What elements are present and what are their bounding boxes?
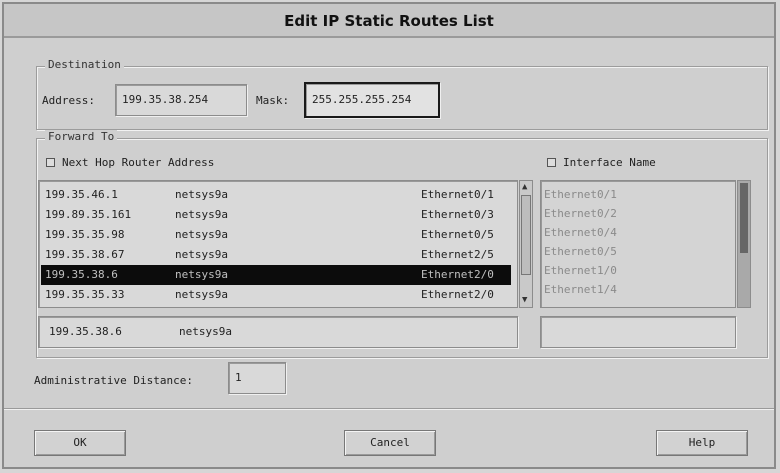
route-row[interactable]: 199.35.38.67 netsys9a Ethernet2/5 <box>41 245 511 265</box>
route-host: netsys9a <box>175 268 228 281</box>
destination-group-label: Destination <box>45 58 124 71</box>
mask-field[interactable]: 255.255.255.254 <box>304 82 440 118</box>
admin-distance-label: Administrative Distance: <box>34 374 193 387</box>
button-divider <box>4 408 774 410</box>
dialog-window: Edit IP Static Routes List Destination A… <box>2 2 776 469</box>
route-address: 199.35.38.6 <box>45 268 118 281</box>
route-address: 199.35.46.1 <box>45 188 118 201</box>
route-interface: Ethernet2/0 <box>421 288 494 301</box>
routes-scrollbar[interactable]: ▲ ▼ <box>519 180 533 308</box>
route-row[interactable]: 199.35.46.1 netsys9a Ethernet0/1 <box>41 185 511 205</box>
help-button[interactable]: Help <box>656 430 748 456</box>
route-interface: Ethernet0/1 <box>421 188 494 201</box>
route-host: netsys9a <box>175 228 228 241</box>
route-host: netsys9a <box>175 188 228 201</box>
interface-item[interactable]: Ethernet0/5 <box>544 242 617 261</box>
route-row[interactable]: 199.35.35.33 netsys9a Ethernet2/0 <box>41 285 511 305</box>
dialog-title: Edit IP Static Routes List <box>4 4 774 38</box>
route-row[interactable]: 199.35.35.98 netsys9a Ethernet0/5 <box>41 225 511 245</box>
interface-name-checkbox[interactable] <box>547 158 556 167</box>
route-address: 199.35.38.67 <box>45 248 125 261</box>
interface-item[interactable]: Ethernet1/4 <box>544 280 617 299</box>
selected-route-address: 199.35.38.6 <box>49 325 122 338</box>
route-row-selected[interactable]: 199.35.38.6 netsys9a Ethernet2/0 <box>41 265 511 285</box>
admin-distance-field[interactable]: 1 <box>228 362 286 394</box>
route-address: 199.35.35.98 <box>45 228 125 241</box>
next-hop-checkbox[interactable] <box>46 158 55 167</box>
route-interface: Ethernet0/5 <box>421 228 494 241</box>
address-field[interactable]: 199.35.38.254 <box>115 84 247 116</box>
route-interface: Ethernet2/5 <box>421 248 494 261</box>
route-interface: Ethernet2/0 <box>421 268 494 281</box>
selected-route-host: netsys9a <box>179 325 232 338</box>
interface-name-field[interactable] <box>540 316 736 348</box>
interfaces-list[interactable]: Ethernet0/1 Ethernet0/2 Ethernet0/4 Ethe… <box>540 180 736 308</box>
scroll-down-arrow-icon[interactable]: ▼ <box>522 295 527 305</box>
route-address: 199.35.35.33 <box>45 288 125 301</box>
interfaces-scrollbar[interactable] <box>737 180 751 308</box>
routes-scroll-thumb[interactable] <box>521 195 531 275</box>
route-host: netsys9a <box>175 208 228 221</box>
interface-item[interactable]: Ethernet0/1 <box>544 185 617 204</box>
selected-route-field[interactable]: 199.35.38.6 netsys9a <box>38 316 518 348</box>
route-address: 199.89.35.161 <box>45 208 132 221</box>
interface-item[interactable]: Ethernet0/2 <box>544 204 617 223</box>
next-hop-label: Next Hop Router Address <box>62 156 215 169</box>
route-interface: Ethernet0/3 <box>421 208 494 221</box>
route-row[interactable]: 199.89.35.161 netsys9a Ethernet0/3 <box>41 205 511 225</box>
interface-item[interactable]: Ethernet1/0 <box>544 261 617 280</box>
route-host: netsys9a <box>175 248 228 261</box>
routes-list[interactable]: 199.35.46.1 netsys9a Ethernet0/1 199.89.… <box>38 180 518 308</box>
interfaces-scroll-thumb[interactable] <box>740 183 748 253</box>
address-label: Address: <box>42 94 95 107</box>
route-host: netsys9a <box>175 288 228 301</box>
ok-button[interactable]: OK <box>34 430 126 456</box>
scroll-up-arrow-icon[interactable]: ▲ <box>522 182 527 192</box>
interface-item[interactable]: Ethernet0/4 <box>544 223 617 242</box>
cancel-button[interactable]: Cancel <box>344 430 436 456</box>
interface-name-label: Interface Name <box>563 156 656 169</box>
mask-label: Mask: <box>256 94 290 107</box>
forward-to-group-label: Forward To <box>45 130 118 143</box>
